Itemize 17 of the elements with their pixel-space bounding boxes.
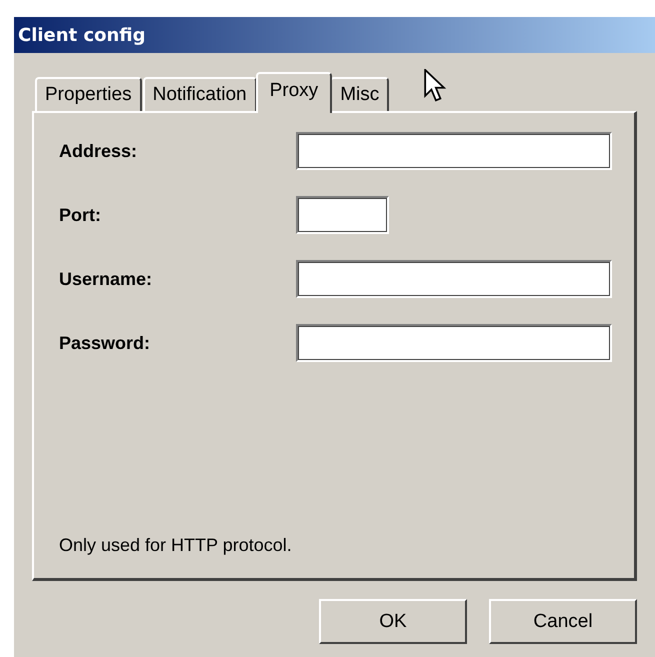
window-title: Client config <box>14 17 655 53</box>
input-field[interactable] <box>296 324 612 362</box>
field-label: Username: <box>59 268 154 290</box>
tab[interactable]: Proxy <box>256 72 332 113</box>
tab[interactable]: Notification <box>142 77 257 111</box>
field-label: Port: <box>59 204 102 226</box>
input-field[interactable] <box>296 132 612 170</box>
note-text: Only used for HTTP protocol. <box>59 535 293 556</box>
input-field[interactable] <box>296 196 389 234</box>
dialog-button[interactable]: OK <box>319 599 467 644</box>
input-field[interactable] <box>296 260 612 298</box>
field-label: Password: <box>59 332 152 354</box>
tab[interactable]: Properties <box>35 77 142 111</box>
tab[interactable]: Misc <box>330 77 390 111</box>
field-label: Address: <box>59 140 138 162</box>
mouse-cursor-icon <box>423 69 447 103</box>
dialog-button[interactable]: Cancel <box>489 599 637 644</box>
